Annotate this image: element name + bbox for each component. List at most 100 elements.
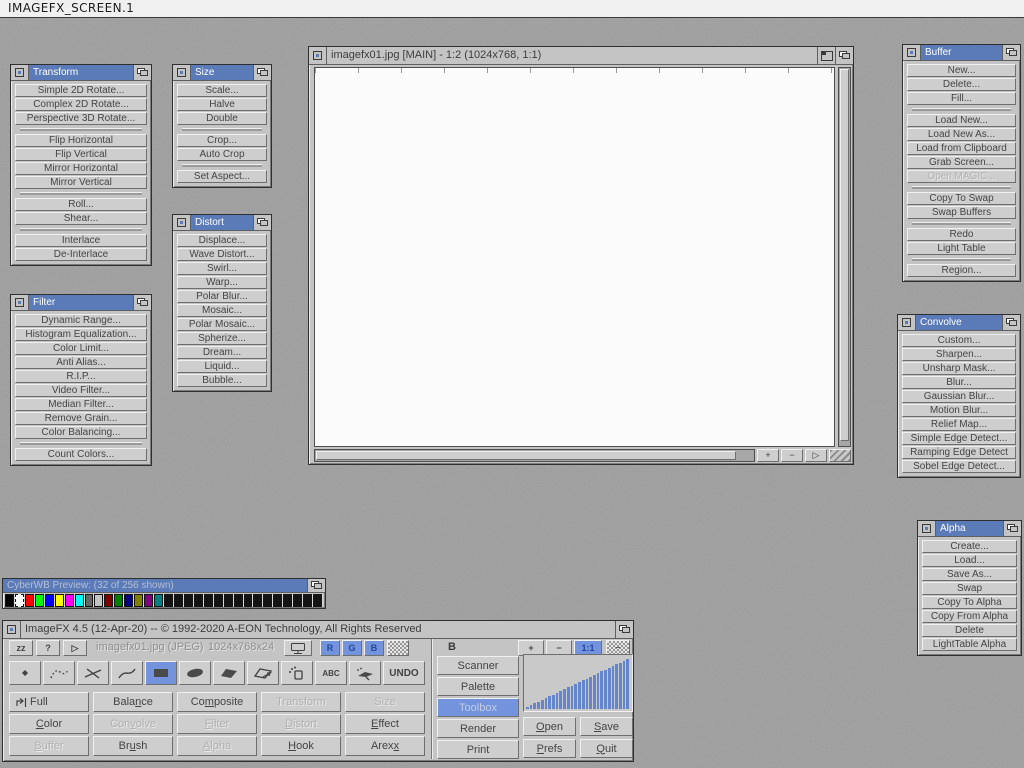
horizontal-scroll-knob[interactable] [316, 451, 736, 460]
transform-shear-button[interactable]: Shear... [15, 212, 147, 225]
color-swatch[interactable] [313, 594, 322, 607]
depth-gadget[interactable] [133, 295, 151, 310]
alpha-channel-button[interactable] [387, 640, 409, 656]
convolve-motion-blur-button[interactable]: Motion Blur... [902, 404, 1016, 417]
size-double-button[interactable]: Double [177, 112, 267, 125]
color-swatch[interactable] [244, 594, 253, 607]
color-swatch[interactable] [164, 594, 173, 607]
alpha-copy-from-alpha-button[interactable]: Copy From Alpha [922, 610, 1017, 623]
size-auto-crop-button[interactable]: Auto Crop [177, 148, 267, 161]
color-swatch[interactable] [194, 594, 203, 607]
color-swatch[interactable] [263, 594, 272, 607]
filter-anti-alias-button[interactable]: Anti Alias... [15, 356, 147, 369]
color-swatch[interactable] [144, 594, 153, 607]
color-swatch[interactable] [94, 594, 103, 607]
distort-dream-button[interactable]: Dream... [177, 346, 267, 359]
convolve-gaussian-blur-button[interactable]: Gaussian Blur... [902, 390, 1016, 403]
color-swatch[interactable] [65, 594, 74, 607]
vertical-scroll-knob[interactable] [840, 69, 849, 441]
balance-button[interactable]: Balance [93, 692, 173, 712]
color-swatch[interactable] [55, 594, 64, 607]
scanner-button[interactable]: Scanner [437, 656, 519, 675]
filter-r-i-p-button[interactable]: R.I.P... [15, 370, 147, 383]
close-gadget[interactable] [898, 315, 916, 330]
convolve-unsharp-mask-button[interactable]: Unsharp Mask... [902, 362, 1016, 375]
buffer-light-table-button[interactable]: Light Table [907, 242, 1016, 255]
depth-gadget[interactable] [1003, 521, 1021, 536]
depth-gadget[interactable] [253, 215, 271, 230]
arexx-button[interactable]: Arexx [345, 736, 425, 756]
size-halve-button[interactable]: Halve [177, 98, 267, 111]
buffer-new-button[interactable]: New... [907, 64, 1016, 77]
distort-wave-distort-button[interactable]: Wave Distort... [177, 248, 267, 261]
color-swatch[interactable] [35, 594, 44, 607]
sleep-button[interactable]: zz [9, 640, 33, 656]
pan-button[interactable]: ▷ [805, 449, 827, 462]
color-swatch[interactable] [124, 594, 133, 607]
color-swatch[interactable] [85, 594, 94, 607]
color-swatch[interactable] [283, 594, 292, 607]
effect-button[interactable]: Effect [345, 714, 425, 734]
transform-roll-button[interactable]: Roll... [15, 198, 147, 211]
iconify-button[interactable]: ▷ [63, 640, 87, 656]
distort-polar-mosaic-button[interactable]: Polar Mosaic... [177, 318, 267, 331]
full-view-button[interactable]: Full [9, 692, 89, 712]
brush-button[interactable]: Brush [93, 736, 173, 756]
color-swatch[interactable] [253, 594, 262, 607]
distort-titlebar[interactable]: Distort [173, 215, 271, 231]
close-gadget[interactable] [11, 65, 29, 80]
transform-simple-2d-rotate-button[interactable]: Simple 2D Rotate... [15, 84, 147, 97]
distort-swirl-button[interactable]: Swirl... [177, 262, 267, 275]
transform-de-interlace-button[interactable]: De-Interlace [15, 248, 147, 261]
zoom-in-button[interactable]: + [757, 449, 779, 462]
alpha-create-button[interactable]: Create... [922, 540, 1017, 553]
convolve-sharpen-button[interactable]: Sharpen... [902, 348, 1016, 361]
toolbox-button[interactable]: Toolbox [437, 698, 519, 717]
color-swatch[interactable] [15, 594, 24, 607]
distort-warp-button[interactable]: Warp... [177, 276, 267, 289]
green-channel-button[interactable]: G [342, 640, 362, 656]
prefs-button[interactable]: Prefs [523, 739, 576, 758]
box-tool-button[interactable] [145, 661, 177, 685]
transform-perspective-3d-rotate-button[interactable]: Perspective 3D Rotate... [15, 112, 147, 125]
size-titlebar[interactable]: Size [173, 65, 271, 81]
spray-tool-button[interactable] [281, 661, 313, 685]
alpha-delete-button[interactable]: Delete [922, 624, 1017, 637]
filter-color-limit-button[interactable]: Color Limit... [15, 342, 147, 355]
vertical-scrollbar[interactable] [838, 67, 851, 447]
convolve-sobel-edge-detect-button[interactable]: Sobel Edge Detect... [902, 460, 1016, 473]
depth-gadget[interactable] [835, 47, 853, 64]
text-tool-button[interactable]: ABC [315, 661, 347, 685]
palette-button[interactable]: Palette [437, 677, 519, 696]
point-tool-button[interactable] [9, 661, 41, 685]
depth-gadget[interactable] [1002, 315, 1020, 330]
size-scale-button[interactable]: Scale... [177, 84, 267, 97]
depth-gadget[interactable] [253, 65, 271, 80]
color-swatch[interactable] [204, 594, 213, 607]
freehand-tool-button[interactable] [43, 661, 75, 685]
close-gadget[interactable] [173, 215, 191, 230]
close-gadget[interactable] [309, 47, 327, 64]
toolbox-titlebar[interactable]: ImageFX 4.5 (12-Apr-20) -- © 1992-2020 A… [3, 621, 633, 639]
filter-remove-grain-button[interactable]: Remove Grain... [15, 412, 147, 425]
color-swatch[interactable] [45, 594, 54, 607]
color-swatch[interactable] [273, 594, 282, 607]
filter-median-filter-button[interactable]: Median Filter... [15, 398, 147, 411]
filter-count-colors-button[interactable]: Count Colors... [15, 448, 147, 461]
alpha-save-as-button[interactable]: Save As... [922, 568, 1017, 581]
filter-color-balancing-button[interactable]: Color Balancing... [15, 426, 147, 439]
size-set-aspect-button[interactable]: Set Aspect... [177, 170, 267, 183]
color-swatch[interactable] [104, 594, 113, 607]
buffer-delete-button[interactable]: Delete... [907, 78, 1016, 91]
render-button[interactable]: Render [437, 719, 519, 738]
color-swatch[interactable] [174, 594, 183, 607]
polygon-tool-button[interactable] [213, 661, 245, 685]
horizontal-scrollbar[interactable] [314, 449, 755, 462]
screen-titlebar[interactable]: IMAGEFX_SCREEN.1 [0, 0, 1024, 18]
buffer-load-from-clipboard-button[interactable]: Load from Clipboard [907, 142, 1016, 155]
convolve-custom-button[interactable]: Custom... [902, 334, 1016, 347]
airbrush-tool-button[interactable] [349, 661, 381, 685]
depth-gadget[interactable] [615, 621, 633, 638]
preview-titlebar[interactable]: CyberWB Preview: (32 of 256 shown) [3, 579, 325, 593]
hook-button[interactable]: Hook [261, 736, 341, 756]
